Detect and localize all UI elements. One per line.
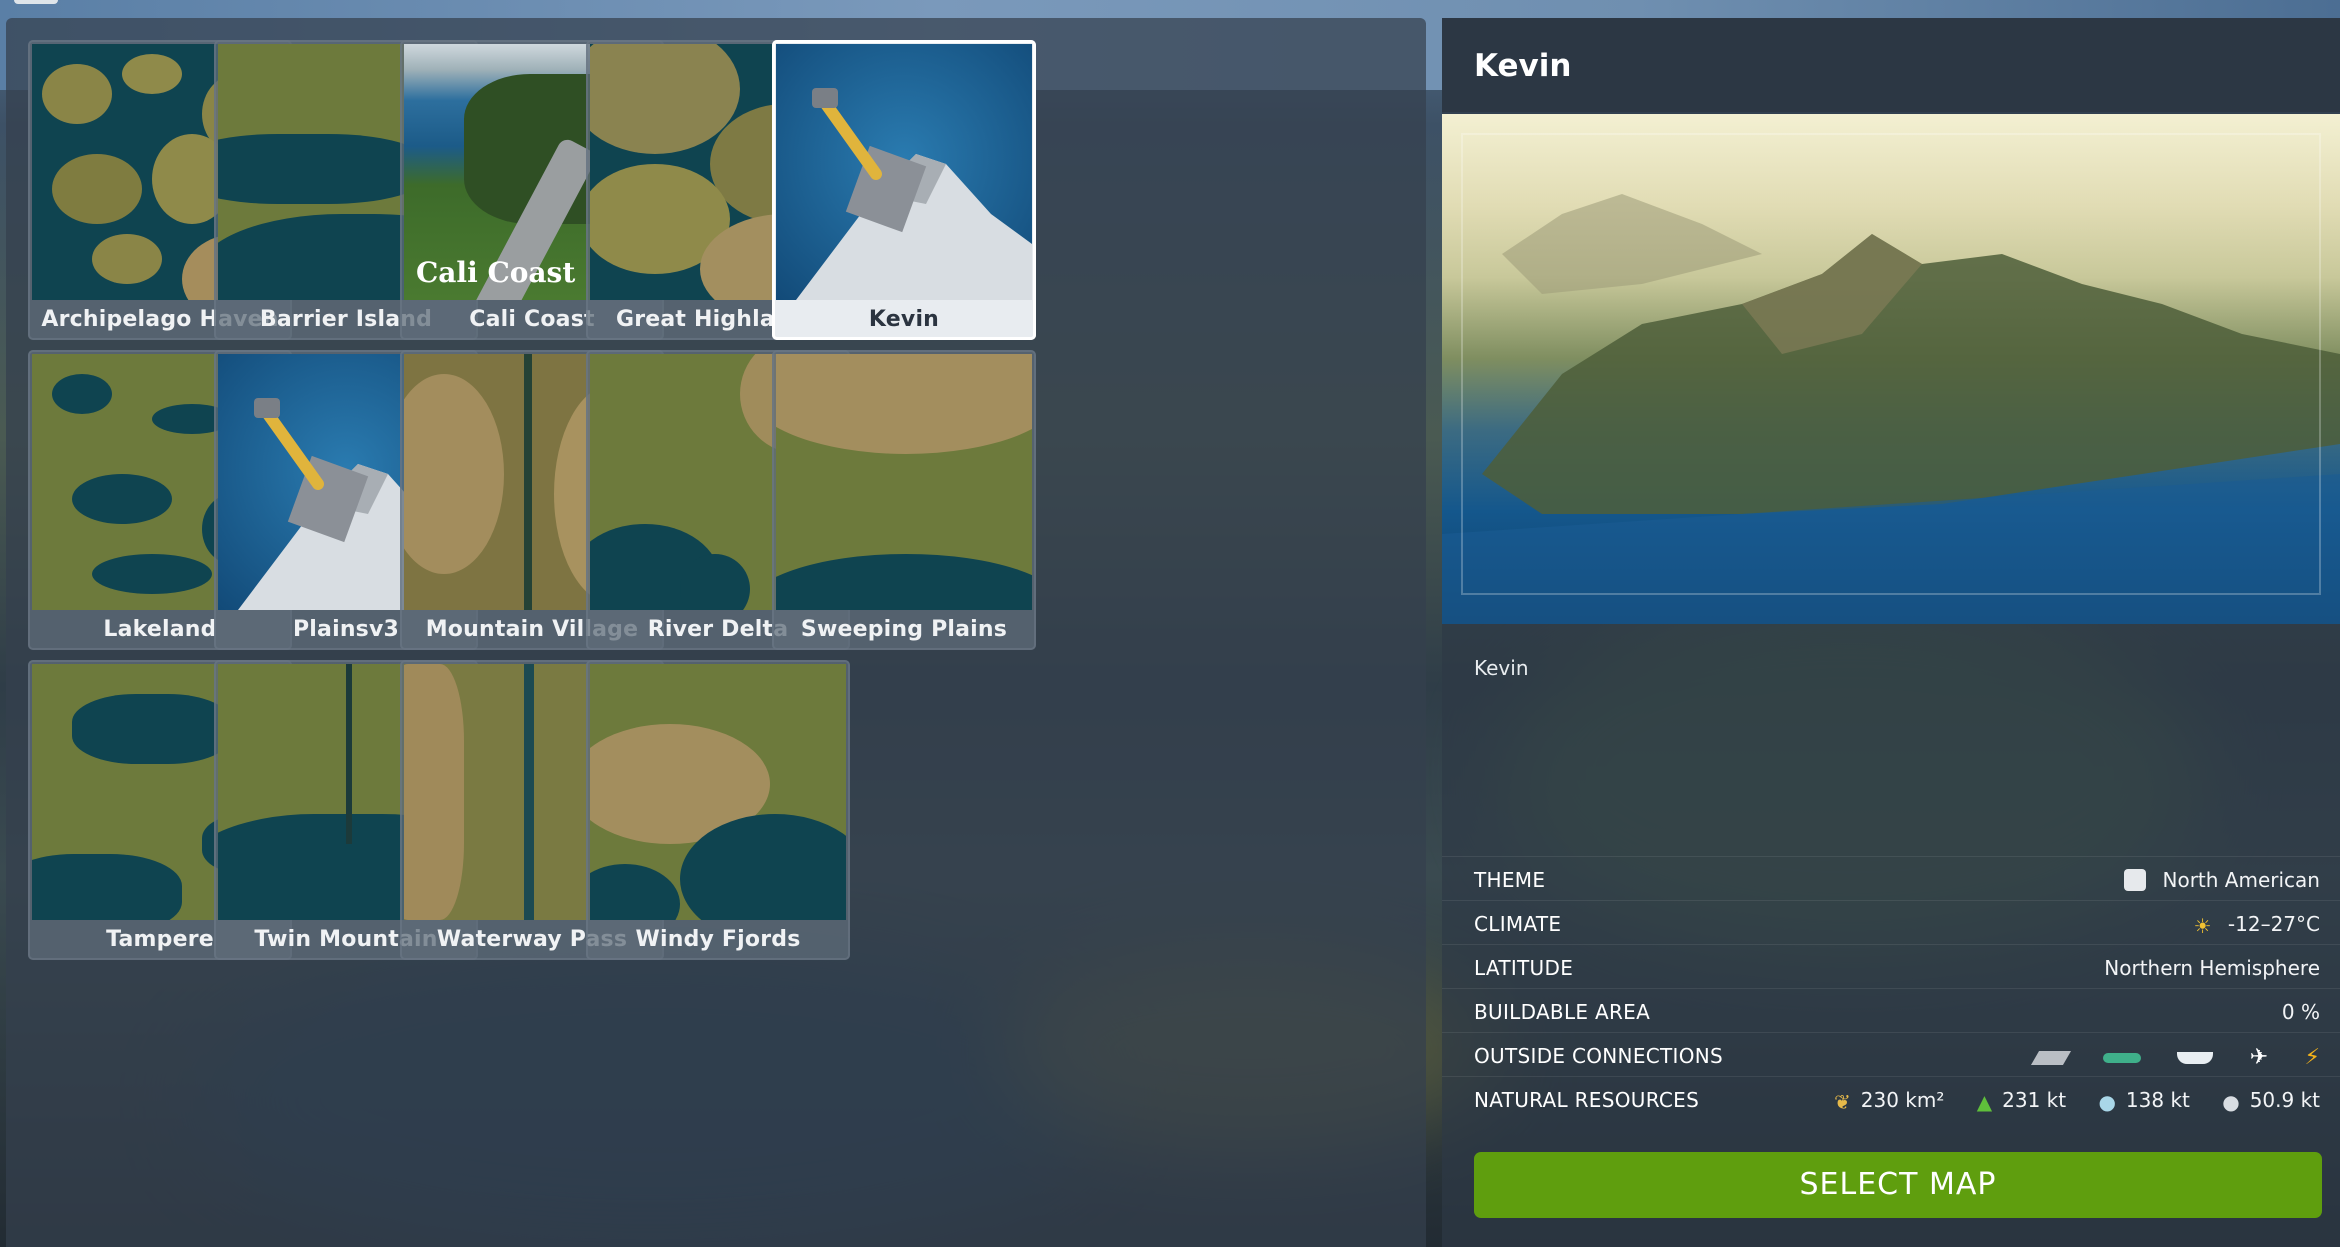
top-corner-button[interactable] bbox=[14, 0, 58, 4]
map-thumbnail-placeholder bbox=[776, 44, 1032, 300]
shovel-mountain-icon bbox=[796, 88, 1032, 300]
resource-ore-value: 138 kt bbox=[2125, 1088, 2190, 1112]
forest-icon: ▲ bbox=[1976, 1089, 1993, 1114]
map-title: Kevin bbox=[1474, 48, 1572, 84]
info-value: 0 % bbox=[2281, 1000, 2320, 1024]
map-name-label: Windy Fjords bbox=[635, 927, 801, 952]
info-row-theme: THEME North American bbox=[1442, 856, 2340, 901]
map-tile-sweeping-plains[interactable]: Sweeping Plains bbox=[772, 350, 1036, 650]
ore-icon: ● bbox=[2098, 1089, 2116, 1114]
weather-icon: ☀ bbox=[2193, 913, 2212, 938]
info-label: LATITUDE bbox=[1474, 956, 1574, 980]
select-map-button[interactable]: SELECT MAP bbox=[1474, 1152, 2322, 1218]
map-list-panel: Archipelago Haven Barrier Island Cali Co… bbox=[6, 18, 1426, 1247]
map-name-label: Sweeping Plains bbox=[800, 617, 1008, 642]
info-value: -12–27°C bbox=[2227, 912, 2320, 936]
info-label: NATURAL RESOURCES bbox=[1474, 1088, 1700, 1112]
map-tile-windy-fjords[interactable]: Windy Fjords bbox=[586, 660, 850, 960]
info-value: Northern Hemisphere bbox=[2104, 956, 2320, 980]
map-thumbnail bbox=[776, 354, 1032, 610]
details-header: Kevin bbox=[1442, 18, 2340, 112]
road-icon bbox=[2030, 1050, 2071, 1065]
map-thumbnail bbox=[590, 664, 846, 920]
info-row-latitude: LATITUDE Northern Hemisphere bbox=[1442, 944, 2340, 989]
train-icon bbox=[2103, 1052, 2142, 1063]
resource-oil-value: 50.9 kt bbox=[2249, 1088, 2320, 1112]
info-label: OUTSIDE CONNECTIONS bbox=[1474, 1044, 1724, 1068]
map-name-label: Kevin bbox=[868, 307, 940, 332]
info-label: CLIMATE bbox=[1474, 912, 1562, 936]
map-preview-image bbox=[1442, 114, 2340, 624]
info-label: BUILDABLE AREA bbox=[1474, 1000, 1651, 1024]
map-description: Kevin bbox=[1474, 656, 1529, 680]
oil-icon: ● bbox=[2222, 1089, 2240, 1114]
map-details-panel: Kevin Kevin THEME North American CLIMATE… bbox=[1442, 18, 2340, 1247]
info-label: THEME bbox=[1474, 868, 1546, 892]
ship-icon bbox=[2177, 1051, 2214, 1064]
fertile-land-icon: ❦ bbox=[1833, 1089, 1851, 1114]
airplane-icon: ✈ bbox=[2249, 1045, 2269, 1070]
info-row-outside-connections: OUTSIDE CONNECTIONS ✈ ⚡ bbox=[1442, 1032, 2340, 1077]
info-row-climate: CLIMATE ☀ -12–27°C bbox=[1442, 900, 2340, 945]
info-value: North American bbox=[2162, 868, 2320, 892]
info-row-natural-resources: NATURAL RESOURCES ❦ 230 km² ▲ 231 kt ● 138 … bbox=[1442, 1076, 2340, 1121]
info-row-buildable-area: BUILDABLE AREA 0 % bbox=[1442, 988, 2340, 1033]
north-america-icon bbox=[2124, 868, 2147, 891]
resource-forest-value: 231 kt bbox=[2002, 1088, 2067, 1112]
resource-fertile-value: 230 km² bbox=[1860, 1088, 1945, 1112]
thumbnail-caption: Cali Coast bbox=[416, 256, 576, 289]
map-tile-kevin[interactable]: Kevin bbox=[772, 40, 1036, 340]
electricity-icon: ⚡ bbox=[2304, 1045, 2320, 1070]
